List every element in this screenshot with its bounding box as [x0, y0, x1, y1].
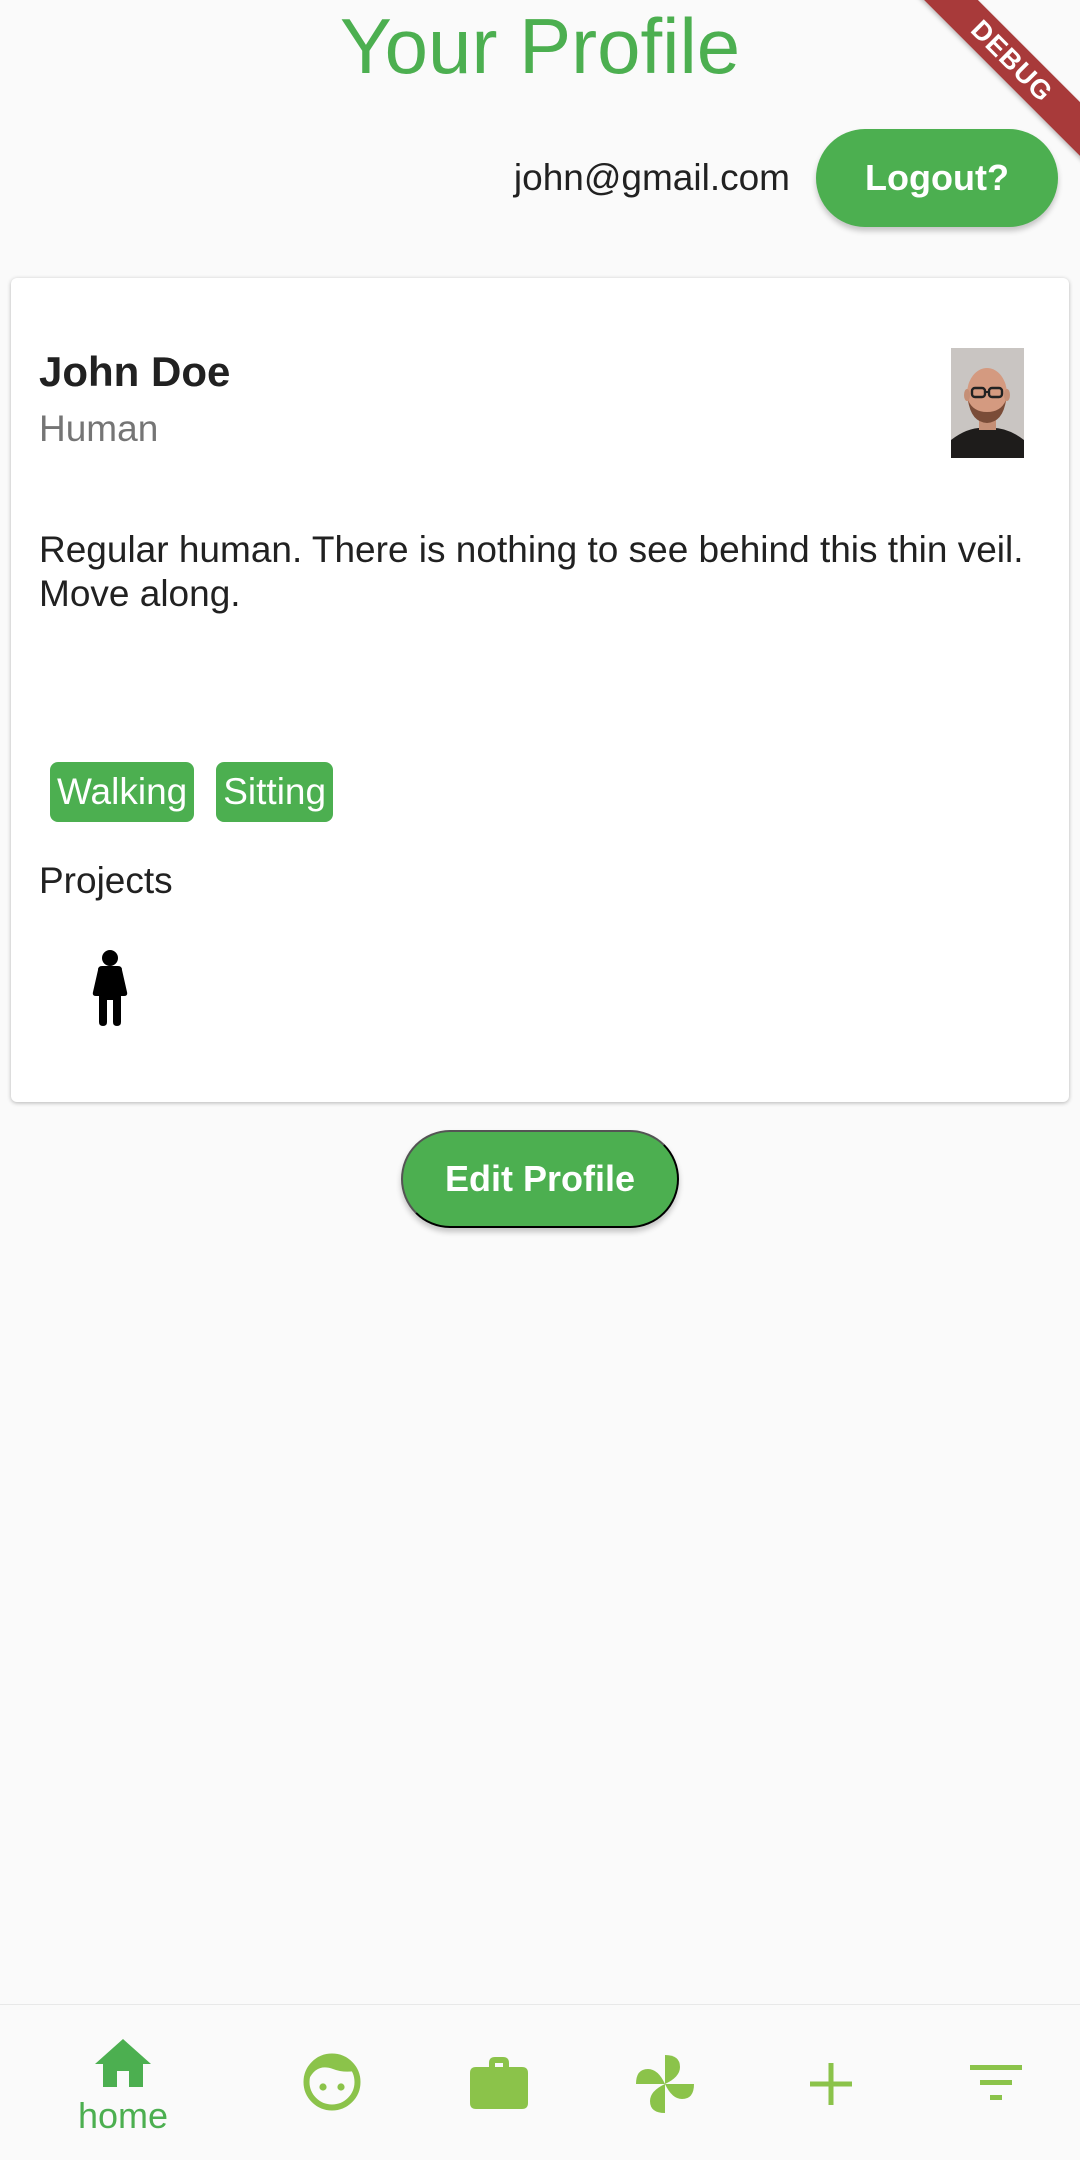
page-title: Your Profile — [339, 2, 741, 90]
nav-item-pinwheel[interactable] — [575, 2005, 755, 2160]
nav-item-filter[interactable] — [906, 2005, 1080, 2160]
profile-bio: Regular human. There is nothing to see b… — [39, 529, 1024, 614]
account-row: john@gmail.com Logout? — [514, 129, 1058, 227]
nav-item-work[interactable] — [409, 2005, 589, 2160]
tag-chip: Walking — [50, 762, 195, 822]
profile-screen: Your Profile DEBUG john@gmail.com Logout… — [0, 0, 1080, 2160]
person-icon[interactable] — [89, 950, 131, 1026]
account-email: john@gmail.com — [513, 157, 790, 198]
projects-heading: Projects — [39, 860, 173, 901]
add-icon — [810, 2063, 852, 2105]
pinwheel-icon — [636, 2055, 694, 2113]
filter-icon — [970, 2065, 1022, 2100]
nav-label-home: home — [77, 2095, 169, 2136]
avatar — [951, 348, 1024, 458]
nav-item-add[interactable] — [741, 2005, 921, 2160]
logout-button[interactable]: Logout? — [816, 129, 1058, 227]
bottom-navigation: home — [0, 2004, 1080, 2160]
profile-name: John Doe — [39, 348, 231, 395]
nav-item-face[interactable] — [242, 2005, 422, 2160]
edit-profile-button[interactable]: Edit Profile — [401, 1130, 679, 1228]
face-icon — [303, 2053, 361, 2111]
profile-card: John Doe Human Regular human. There is n… — [11, 278, 1069, 1102]
home-icon — [95, 2039, 151, 2087]
tag-chip: Sitting — [216, 762, 334, 822]
nav-item-home[interactable]: home — [33, 2005, 213, 2160]
profile-kind: Human — [39, 408, 159, 449]
briefcase-icon — [470, 2057, 528, 2109]
tag-list: Walking Sitting — [50, 762, 355, 822]
